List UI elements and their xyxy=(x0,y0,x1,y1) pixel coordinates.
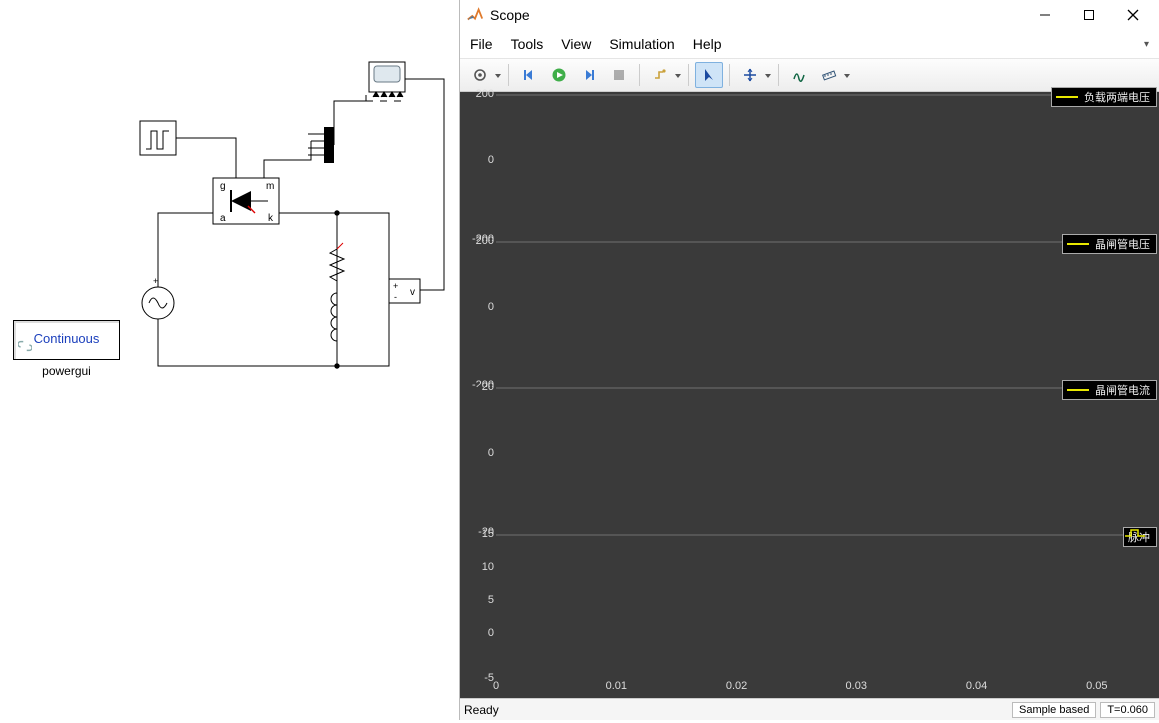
svg-text:+: + xyxy=(153,276,158,286)
ytick: 0 xyxy=(462,301,494,313)
ytick: 0 xyxy=(462,447,494,459)
status-mode: Sample based xyxy=(1012,702,1096,718)
axes-2[interactable]: 晶闸管电压 xyxy=(496,241,1157,243)
ytick: 10 xyxy=(462,561,494,573)
menubar: File Tools View Simulation Help ▾ xyxy=(460,30,1159,58)
link-icon xyxy=(18,339,32,353)
matlab-icon xyxy=(466,6,484,24)
axes-3[interactable]: 晶闸管电流 xyxy=(496,387,1157,389)
ytick: 200 xyxy=(462,235,494,247)
ytick: 15 xyxy=(462,528,494,540)
svg-text:a: a xyxy=(220,213,226,224)
trigger-caret[interactable] xyxy=(674,68,682,83)
ytick: -5 xyxy=(462,672,494,684)
axes-1[interactable]: 负载两端电压 xyxy=(496,94,1157,96)
menu-tools[interactable]: Tools xyxy=(511,36,544,52)
legend-3: 晶闸管电流 xyxy=(1062,380,1157,400)
svg-text:-: - xyxy=(394,292,397,302)
step-back-button[interactable] xyxy=(515,62,543,88)
model-diagram: g m a k + + - v xyxy=(0,0,459,720)
legend-2: 晶闸管电压 xyxy=(1062,234,1157,254)
close-button[interactable] xyxy=(1111,1,1155,29)
legend-4: 脉冲 xyxy=(1123,527,1157,547)
powergui-label: powergui xyxy=(13,364,120,378)
axes-4[interactable]: 脉冲 xyxy=(496,534,1157,536)
maximize-button[interactable] xyxy=(1067,1,1111,29)
run-button[interactable] xyxy=(545,62,573,88)
ytick: 0 xyxy=(462,154,494,166)
autoscale-button[interactable] xyxy=(736,62,764,88)
svg-text:+: + xyxy=(393,281,398,291)
legend-1: 负载两端电压 xyxy=(1051,87,1157,107)
simulink-canvas[interactable]: g m a k + + - v xyxy=(0,0,459,720)
svg-text:v: v xyxy=(410,287,415,298)
scope-block xyxy=(369,62,405,97)
minimize-button[interactable] xyxy=(1023,1,1067,29)
x-axis: 0 0.01 0.02 0.03 0.04 0.05 xyxy=(496,680,1157,698)
menu-help[interactable]: Help xyxy=(693,36,722,52)
cursor-button[interactable] xyxy=(695,62,723,88)
status-ready: Ready xyxy=(464,703,1008,717)
scope-axes-area: 200 0 -200 负载两端电压 xyxy=(460,92,1159,698)
toolbar-overflow-icon[interactable]: ▾ xyxy=(1144,39,1149,50)
powergui-block[interactable]: Continuous xyxy=(13,320,120,360)
voltage-measurement-block: + - v xyxy=(389,279,420,303)
ytick: 200 xyxy=(462,88,494,100)
signal-stats-button[interactable] xyxy=(785,62,813,88)
pulse-generator-block xyxy=(140,121,176,155)
ytick: 20 xyxy=(462,381,494,393)
menu-view[interactable]: View xyxy=(561,36,591,52)
configure-button[interactable] xyxy=(466,62,494,88)
thyristor-block: g m a k xyxy=(213,178,279,224)
status-time: T=0.060 xyxy=(1100,702,1155,718)
trigger-button[interactable] xyxy=(646,62,674,88)
stop-button[interactable] xyxy=(605,62,633,88)
measurements-button[interactable] xyxy=(815,62,843,88)
ytick: 0 xyxy=(462,627,494,639)
scope-window: Scope File Tools View Simulation Help ▾ xyxy=(459,0,1159,720)
ac-source-block: + xyxy=(142,276,174,319)
autoscale-caret[interactable] xyxy=(764,68,772,83)
menu-simulation[interactable]: Simulation xyxy=(609,36,674,52)
titlebar: Scope xyxy=(460,0,1159,30)
window-title: Scope xyxy=(490,7,530,23)
configure-caret[interactable] xyxy=(494,68,502,83)
ytick: 5 xyxy=(462,594,494,606)
statusbar: Ready Sample based T=0.060 xyxy=(460,698,1159,720)
mux-block xyxy=(324,127,334,163)
svg-text:g: g xyxy=(220,181,226,192)
menu-file[interactable]: File xyxy=(470,36,493,52)
measurements-caret[interactable] xyxy=(843,68,851,83)
step-forward-button[interactable] xyxy=(575,62,603,88)
svg-text:m: m xyxy=(266,181,274,192)
